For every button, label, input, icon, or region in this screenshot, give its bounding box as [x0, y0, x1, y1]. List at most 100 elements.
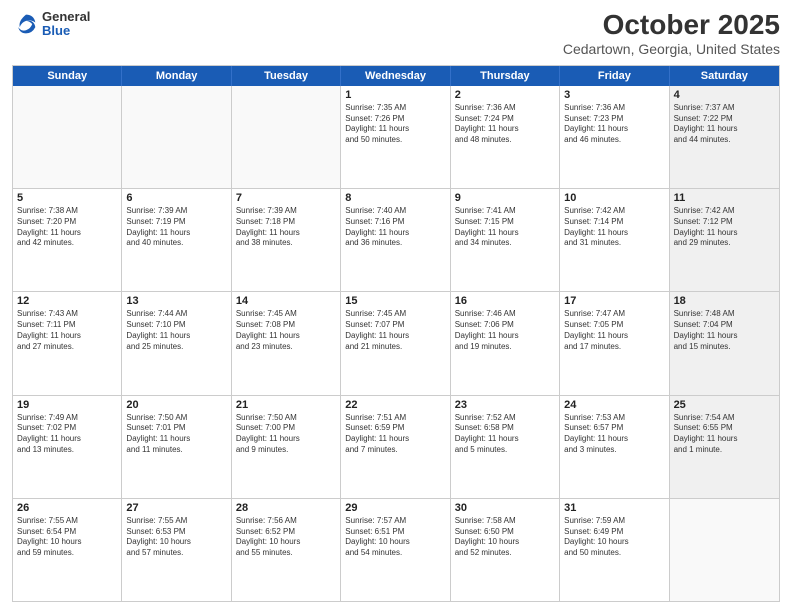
day-cell-24: 24 Sunrise: 7:53 AM Sunset: 6:57 PM Dayli… [560, 396, 669, 498]
day-cell-11: 11 Sunrise: 7:42 AM Sunset: 7:12 PM Dayli… [670, 189, 779, 291]
empty-cell-0-2 [232, 86, 341, 188]
day-cell-25: 25 Sunrise: 7:54 AM Sunset: 6:55 PM Dayli… [670, 396, 779, 498]
logo-text: General Blue [42, 10, 90, 39]
day-cell-5: 5 Sunrise: 7:38 AM Sunset: 7:20 PM Daylig… [13, 189, 122, 291]
calendar-row-2: 12Sunrise: 7:43 AM Sunset: 7:11 PM Dayli… [13, 291, 779, 394]
day-info: Sunrise: 7:45 AM Sunset: 7:07 PM Dayligh… [345, 309, 445, 352]
header-day-thursday: Thursday [451, 66, 560, 86]
day-cell-4: 4 Sunrise: 7:37 AM Sunset: 7:22 PM Daylig… [670, 86, 779, 188]
header-day-saturday: Saturday [670, 66, 779, 86]
day-cell-6: 6 Sunrise: 7:39 AM Sunset: 7:19 PM Daylig… [122, 189, 231, 291]
day-cell-30: 30Sunrise: 7:58 AM Sunset: 6:50 PM Dayli… [451, 499, 560, 601]
empty-cell-0-1 [122, 86, 231, 188]
header-day-tuesday: Tuesday [232, 66, 341, 86]
day-number: 7 [236, 192, 336, 204]
day-info: Sunrise: 7:51 AM Sunset: 6:59 PM Dayligh… [345, 413, 445, 456]
calendar: SundayMondayTuesdayWednesdayThursdayFrid… [12, 65, 780, 602]
header-day-friday: Friday [560, 66, 669, 86]
day-cell-31: 31 Sunrise: 7:59 AM Sunset: 6:49 PM Dayli… [560, 499, 669, 601]
day-cell-13: 13 Sunrise: 7:44 AM Sunset: 7:10 PM Dayli… [122, 292, 231, 394]
day-number: 26 [17, 502, 117, 514]
day-number: 23 [455, 399, 555, 411]
day-info: Sunrise: 7:55 AM Sunset: 6:54 PM Dayligh… [17, 516, 117, 559]
day-number: 20 [126, 399, 226, 411]
day-number: 11 [674, 192, 775, 204]
day-number: 31 [564, 502, 664, 514]
day-number: 27 [126, 502, 226, 514]
day-info: Sunrise: 7:39 AM Sunset: 7:19 PM Dayligh… [126, 206, 226, 249]
calendar-body: 1Sunrise: 7:35 AM Sunset: 7:26 PM Daylig… [13, 86, 779, 601]
day-number: 8 [345, 192, 445, 204]
day-cell-1: 1Sunrise: 7:35 AM Sunset: 7:26 PM Daylig… [341, 86, 450, 188]
day-number: 9 [455, 192, 555, 204]
header-day-wednesday: Wednesday [341, 66, 450, 86]
header: General Blue October 2025 Cedartown, Geo… [12, 10, 780, 57]
day-number: 15 [345, 295, 445, 307]
day-info: Sunrise: 7:44 AM Sunset: 7:10 PM Dayligh… [126, 309, 226, 352]
day-info: Sunrise: 7:42 AM Sunset: 7:14 PM Dayligh… [564, 206, 664, 249]
day-number: 25 [674, 399, 775, 411]
day-cell-21: 21Sunrise: 7:50 AM Sunset: 7:00 PM Dayli… [232, 396, 341, 498]
day-number: 5 [17, 192, 117, 204]
day-cell-3: 3 Sunrise: 7:36 AM Sunset: 7:23 PM Daylig… [560, 86, 669, 188]
day-number: 24 [564, 399, 664, 411]
day-cell-12: 12Sunrise: 7:43 AM Sunset: 7:11 PM Dayli… [13, 292, 122, 394]
logo-icon [12, 10, 40, 38]
day-cell-22: 22Sunrise: 7:51 AM Sunset: 6:59 PM Dayli… [341, 396, 450, 498]
day-number: 4 [674, 89, 775, 101]
day-info: Sunrise: 7:45 AM Sunset: 7:08 PM Dayligh… [236, 309, 336, 352]
day-info: Sunrise: 7:46 AM Sunset: 7:06 PM Dayligh… [455, 309, 555, 352]
title-block: October 2025 Cedartown, Georgia, United … [563, 10, 780, 57]
day-info: Sunrise: 7:37 AM Sunset: 7:22 PM Dayligh… [674, 103, 775, 146]
day-info: Sunrise: 7:41 AM Sunset: 7:15 PM Dayligh… [455, 206, 555, 249]
day-info: Sunrise: 7:50 AM Sunset: 7:01 PM Dayligh… [126, 413, 226, 456]
day-info: Sunrise: 7:54 AM Sunset: 6:55 PM Dayligh… [674, 413, 775, 456]
day-number: 2 [455, 89, 555, 101]
day-info: Sunrise: 7:53 AM Sunset: 6:57 PM Dayligh… [564, 413, 664, 456]
calendar-row-3: 19Sunrise: 7:49 AM Sunset: 7:02 PM Dayli… [13, 395, 779, 498]
logo: General Blue [12, 10, 90, 39]
day-info: Sunrise: 7:52 AM Sunset: 6:58 PM Dayligh… [455, 413, 555, 456]
location-title: Cedartown, Georgia, United States [563, 41, 780, 57]
day-number: 29 [345, 502, 445, 514]
day-number: 30 [455, 502, 555, 514]
logo-general-text: General [42, 10, 90, 24]
day-info: Sunrise: 7:36 AM Sunset: 7:23 PM Dayligh… [564, 103, 664, 146]
day-cell-26: 26 Sunrise: 7:55 AM Sunset: 6:54 PM Dayli… [13, 499, 122, 601]
empty-cell-4-6 [670, 499, 779, 601]
day-cell-9: 9 Sunrise: 7:41 AM Sunset: 7:15 PM Daylig… [451, 189, 560, 291]
day-info: Sunrise: 7:43 AM Sunset: 7:11 PM Dayligh… [17, 309, 117, 352]
day-cell-10: 10Sunrise: 7:42 AM Sunset: 7:14 PM Dayli… [560, 189, 669, 291]
header-day-sunday: Sunday [13, 66, 122, 86]
day-number: 28 [236, 502, 336, 514]
day-info: Sunrise: 7:59 AM Sunset: 6:49 PM Dayligh… [564, 516, 664, 559]
day-number: 13 [126, 295, 226, 307]
day-cell-15: 15 Sunrise: 7:45 AM Sunset: 7:07 PM Dayli… [341, 292, 450, 394]
day-number: 6 [126, 192, 226, 204]
day-cell-8: 8 Sunrise: 7:40 AM Sunset: 7:16 PM Daylig… [341, 189, 450, 291]
empty-cell-0-0 [13, 86, 122, 188]
page: General Blue October 2025 Cedartown, Geo… [0, 0, 792, 612]
day-info: Sunrise: 7:47 AM Sunset: 7:05 PM Dayligh… [564, 309, 664, 352]
day-info: Sunrise: 7:55 AM Sunset: 6:53 PM Dayligh… [126, 516, 226, 559]
day-cell-18: 18Sunrise: 7:48 AM Sunset: 7:04 PM Dayli… [670, 292, 779, 394]
day-info: Sunrise: 7:40 AM Sunset: 7:16 PM Dayligh… [345, 206, 445, 249]
day-cell-23: 23 Sunrise: 7:52 AM Sunset: 6:58 PM Dayli… [451, 396, 560, 498]
day-info: Sunrise: 7:39 AM Sunset: 7:18 PM Dayligh… [236, 206, 336, 249]
day-info: Sunrise: 7:50 AM Sunset: 7:00 PM Dayligh… [236, 413, 336, 456]
day-info: Sunrise: 7:56 AM Sunset: 6:52 PM Dayligh… [236, 516, 336, 559]
day-cell-28: 28 Sunrise: 7:56 AM Sunset: 6:52 PM Dayli… [232, 499, 341, 601]
day-info: Sunrise: 7:35 AM Sunset: 7:26 PM Dayligh… [345, 103, 445, 146]
day-cell-2: 2 Sunrise: 7:36 AM Sunset: 7:24 PM Daylig… [451, 86, 560, 188]
day-number: 3 [564, 89, 664, 101]
day-number: 16 [455, 295, 555, 307]
day-info: Sunrise: 7:36 AM Sunset: 7:24 PM Dayligh… [455, 103, 555, 146]
day-info: Sunrise: 7:48 AM Sunset: 7:04 PM Dayligh… [674, 309, 775, 352]
day-cell-29: 29 Sunrise: 7:57 AM Sunset: 6:51 PM Dayli… [341, 499, 450, 601]
day-cell-20: 20 Sunrise: 7:50 AM Sunset: 7:01 PM Dayli… [122, 396, 231, 498]
day-info: Sunrise: 7:57 AM Sunset: 6:51 PM Dayligh… [345, 516, 445, 559]
calendar-row-1: 5 Sunrise: 7:38 AM Sunset: 7:20 PM Daylig… [13, 188, 779, 291]
day-info: Sunrise: 7:38 AM Sunset: 7:20 PM Dayligh… [17, 206, 117, 249]
day-number: 14 [236, 295, 336, 307]
day-info: Sunrise: 7:42 AM Sunset: 7:12 PM Dayligh… [674, 206, 775, 249]
